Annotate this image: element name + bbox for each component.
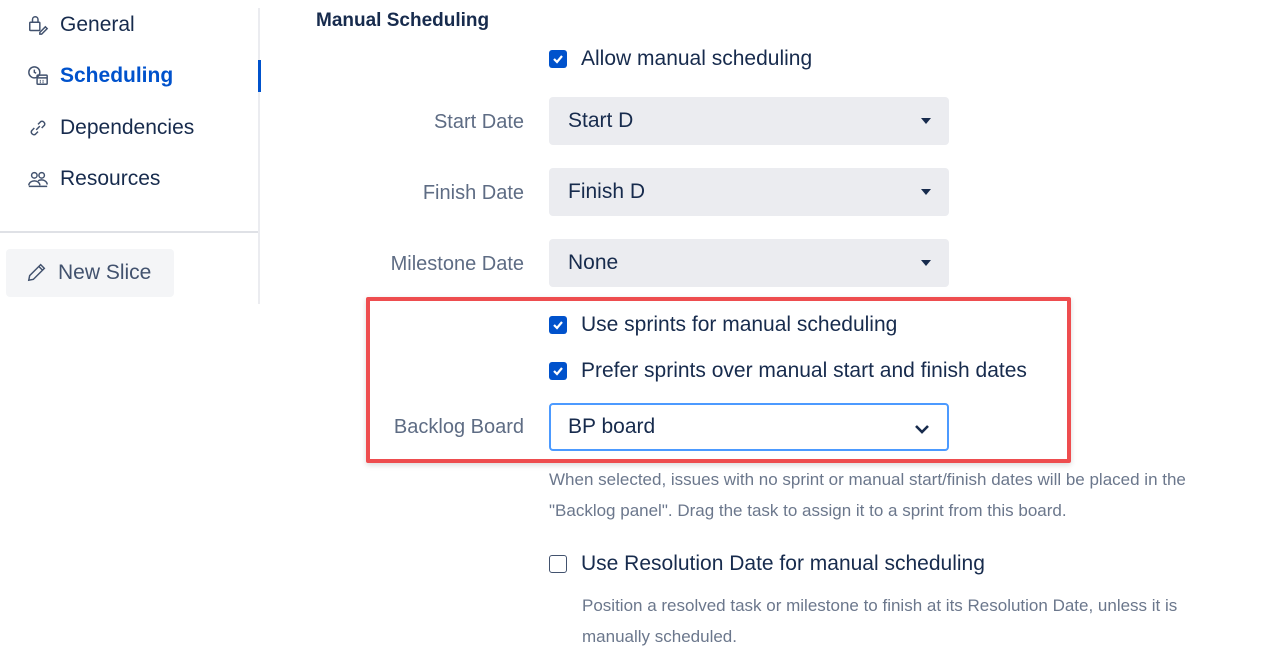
- finish-date-select[interactable]: Finish D: [549, 168, 949, 216]
- link-icon: [26, 116, 50, 140]
- sidebar-item-label: General: [60, 13, 135, 36]
- finish-date-label: Finish Date: [422, 182, 524, 204]
- select-value: Finish D: [568, 180, 646, 203]
- caret-down-icon: [921, 118, 931, 124]
- checkbox-label: Use Resolution Date for manual schedulin…: [581, 552, 985, 575]
- help-line: manually scheduled.: [582, 627, 737, 646]
- checkbox-label: Allow manual scheduling: [581, 47, 813, 70]
- sidebar-item-resources[interactable]: Resources: [26, 162, 160, 196]
- sidebar-item-scheduling[interactable]: Scheduling: [26, 59, 173, 93]
- use-resolution-date-checkbox[interactable]: Use Resolution Date for manual schedulin…: [549, 552, 985, 576]
- sidebar-item-general[interactable]: General: [26, 8, 135, 42]
- sidebar-item-dependencies[interactable]: Dependencies: [26, 111, 194, 145]
- people-icon: [26, 167, 50, 191]
- active-indicator: [258, 60, 261, 92]
- resolution-help-text: Position a resolved task or milestone to…: [582, 590, 1177, 652]
- sidebar-item-label: Resources: [60, 167, 161, 190]
- settings-sidebar: General Scheduling Dependencies Resource…: [0, 0, 262, 305]
- start-date-label: Start Date: [433, 111, 524, 133]
- highlight-annotation: [366, 297, 1071, 463]
- allow-manual-scheduling-checkbox[interactable]: Allow manual scheduling: [549, 47, 812, 71]
- caret-down-icon: [921, 189, 931, 195]
- section-title: Manual Scheduling: [316, 10, 490, 31]
- new-slice-label: New Slice: [58, 261, 152, 284]
- help-line: Position a resolved task or milestone to…: [582, 596, 1178, 615]
- calendar-clock-icon: [26, 64, 50, 88]
- key-edit-icon: [26, 13, 50, 37]
- help-line: "Backlog panel". Drag the task to assign…: [549, 501, 1067, 520]
- start-date-select[interactable]: Start D: [549, 97, 949, 145]
- help-line: When selected, issues with no sprint or …: [549, 470, 1186, 489]
- milestone-date-select[interactable]: None: [549, 239, 949, 287]
- milestone-date-label: Milestone Date: [390, 253, 524, 275]
- pencil-icon: [26, 261, 50, 285]
- sidebar-border: [258, 8, 260, 304]
- checkbox-unchecked-icon[interactable]: [549, 555, 567, 573]
- checkbox-checked-icon[interactable]: [549, 50, 567, 68]
- caret-down-icon: [921, 260, 931, 266]
- sidebar-item-label: Scheduling: [60, 64, 174, 87]
- new-slice-button[interactable]: New Slice: [6, 249, 174, 297]
- select-value: None: [568, 251, 619, 274]
- select-value: Start D: [568, 109, 634, 132]
- backlog-help-text: When selected, issues with no sprint or …: [549, 464, 1186, 526]
- sidebar-item-label: Dependencies: [60, 116, 195, 139]
- sidebar-divider: [0, 231, 258, 233]
